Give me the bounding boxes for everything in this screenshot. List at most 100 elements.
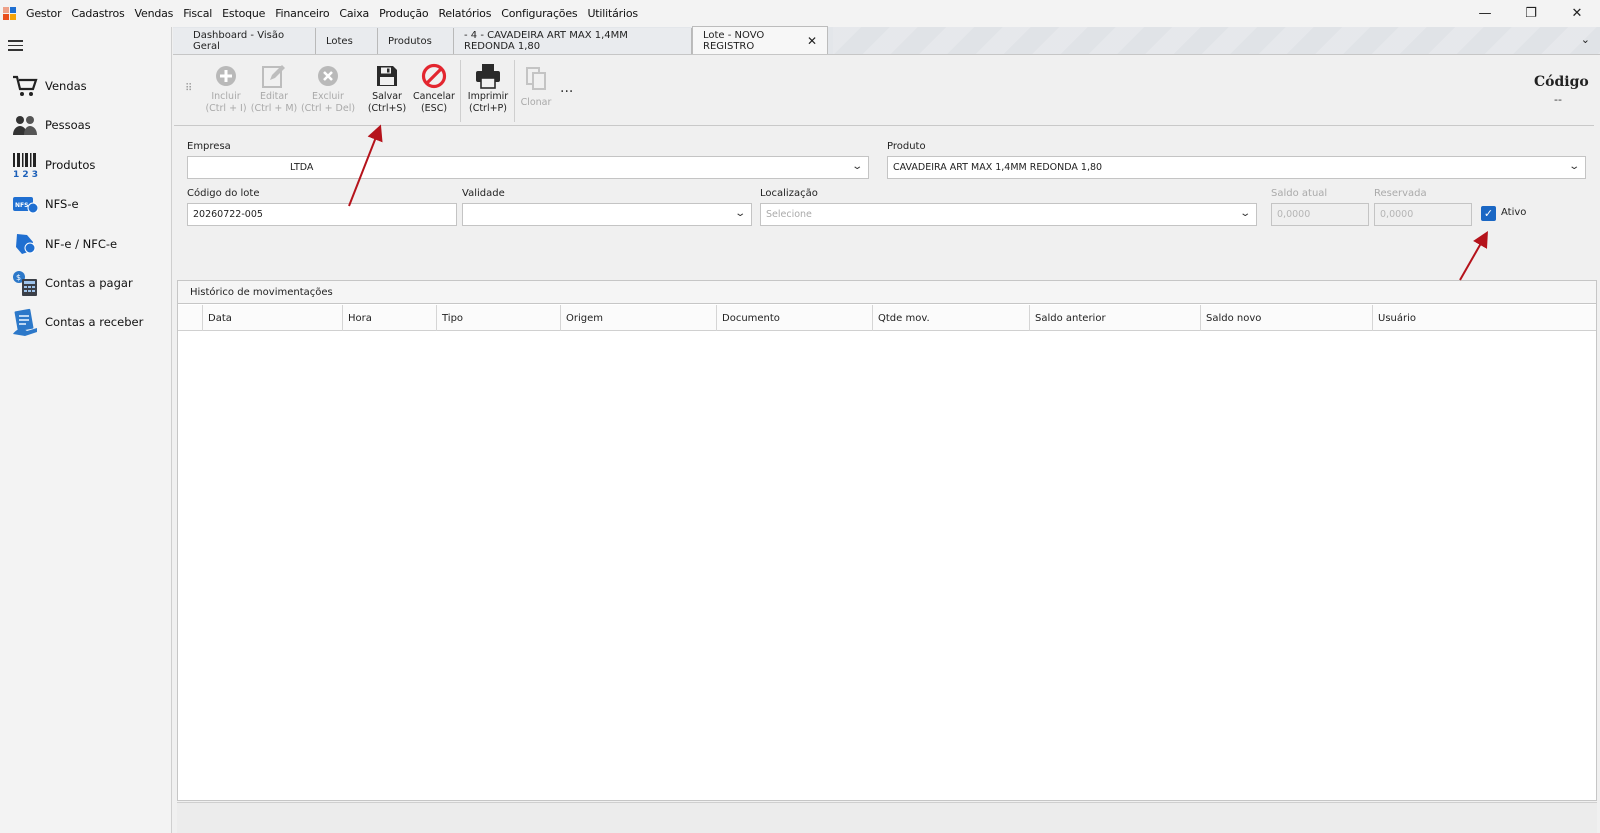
- tab-label: - 4 - CAVADEIRA ART MAX 1,4MM REDONDA 1,…: [464, 30, 628, 52]
- chevron-down-icon: ⌄: [1238, 208, 1251, 219]
- sidebar-item-produtos[interactable]: 1 2 3 Produtos: [11, 150, 166, 180]
- sidebar-item-label: Produtos: [45, 158, 96, 172]
- menu-relatorios[interactable]: Relatórios: [433, 7, 496, 20]
- menu-vendas[interactable]: Vendas: [130, 7, 179, 20]
- more-options-button[interactable]: ...: [560, 80, 573, 96]
- reservada-value: 0,0000: [1380, 209, 1414, 220]
- toolbar-grip-icon[interactable]: ⠿: [185, 83, 192, 94]
- sidebar-item-nfse[interactable]: NFS NFS-e: [11, 189, 166, 219]
- sidebar-item-vendas[interactable]: Vendas: [11, 71, 166, 101]
- clonar-button[interactable]: Clonar: [514, 62, 558, 109]
- tab-produtos[interactable]: Produtos: [378, 28, 454, 54]
- sidebar-item-label: Vendas: [45, 79, 87, 93]
- column-header-documento[interactable]: Documento: [716, 305, 872, 331]
- cart-icon: [11, 72, 39, 100]
- sidebar-item-nfe[interactable]: NF-e / NFC-e: [11, 229, 166, 259]
- hamburger-menu-icon[interactable]: [8, 40, 23, 51]
- tabs-overflow-chevron-icon[interactable]: ⌄: [1581, 33, 1590, 46]
- tab-dashboard[interactable]: Dashboard - Visão Geral: [173, 28, 316, 54]
- button-label: Editar: [259, 91, 289, 102]
- column-header-tipo[interactable]: Tipo: [436, 305, 560, 331]
- imprimir-button[interactable]: Imprimir (Ctrl+P): [460, 62, 516, 115]
- codigo-lote-label: Código do lote: [187, 188, 260, 199]
- column-header-hora[interactable]: Hora: [342, 305, 436, 331]
- validade-date-picker[interactable]: ⌄: [462, 203, 752, 226]
- column-header-data[interactable]: Data: [202, 305, 342, 331]
- nfe-icon: [11, 230, 39, 258]
- codigo-lote-value: 20260722-005: [193, 209, 263, 220]
- tab-label: Dashboard - Visão Geral: [193, 30, 285, 52]
- svg-text:NFS: NFS: [15, 202, 28, 209]
- codigo-lote-input[interactable]: 20260722-005: [187, 203, 457, 226]
- menu-gestor[interactable]: Gestor: [21, 7, 66, 20]
- produto-select[interactable]: CAVADEIRA ART MAX 1,4MM REDONDA 1,80 ⌄: [887, 156, 1586, 179]
- codigo-label: Código: [1534, 74, 1589, 90]
- sidebar-item-label: NF-e / NFC-e: [45, 237, 118, 251]
- column-header-usuario[interactable]: Usuário: [1372, 305, 1596, 331]
- sidebar-item-label: Contas a pagar: [45, 276, 133, 290]
- menu-bar: Gestor Cadastros Vendas Fiscal Estoque F…: [0, 0, 1600, 27]
- tab-label: Lotes: [326, 35, 353, 47]
- column-header-saldo-novo[interactable]: Saldo novo: [1200, 305, 1372, 331]
- button-shortcut: (Ctrl+P): [468, 103, 507, 114]
- minimize-button[interactable]: —: [1462, 0, 1508, 27]
- close-tab-icon[interactable]: ✕: [807, 34, 817, 48]
- edit-icon: [246, 62, 302, 90]
- cancelar-button[interactable]: Cancelar (ESC): [406, 62, 462, 115]
- sidebar-item-pessoas[interactable]: Pessoas: [11, 110, 166, 140]
- tab-produto-cavadeira[interactable]: - 4 - CAVADEIRA ART MAX 1,4MM REDONDA 1,…: [454, 28, 692, 54]
- menu-utilitarios[interactable]: Utilitários: [582, 7, 642, 20]
- ativo-checkbox[interactable]: ✓: [1481, 206, 1496, 221]
- editar-button[interactable]: Editar (Ctrl + M): [246, 62, 302, 115]
- validade-label: Validade: [462, 188, 505, 199]
- sidebar: Vendas Pessoas 1 2 3 Produtos NFS NFS-e …: [0, 27, 172, 833]
- localizacao-select[interactable]: Selecione ⌄: [760, 203, 1257, 226]
- button-label: Imprimir: [467, 91, 509, 102]
- close-window-button[interactable]: ✕: [1554, 0, 1600, 27]
- clone-icon: [514, 62, 558, 96]
- chevron-down-icon: ⌄: [850, 161, 863, 172]
- empresa-select[interactable]: LTDA ⌄: [187, 156, 869, 179]
- sidebar-item-contas-pagar[interactable]: $ Contas a pagar: [11, 268, 166, 298]
- menu-caixa[interactable]: Caixa: [334, 7, 374, 20]
- button-shortcut: (ESC): [420, 103, 448, 114]
- status-bar: [177, 802, 1597, 833]
- menu-fiscal[interactable]: Fiscal: [178, 7, 217, 20]
- saldo-atual-value: 0,0000: [1277, 209, 1311, 220]
- historico-grid-header: Data Hora Tipo Origem Documento Qtde mov…: [178, 305, 1596, 331]
- sidebar-item-contas-receber[interactable]: Contas a receber: [11, 307, 166, 337]
- menu-configuracoes[interactable]: Configurações: [496, 7, 582, 20]
- button-label: Clonar: [520, 97, 552, 108]
- excluir-button[interactable]: Excluir (Ctrl + Del): [298, 62, 358, 115]
- menu-cadastros[interactable]: Cadastros: [66, 7, 129, 20]
- saldo-atual-field: 0,0000: [1271, 203, 1369, 226]
- empresa-label: Empresa: [187, 141, 231, 152]
- button-shortcut: (Ctrl + Del): [300, 103, 356, 114]
- checkmark-icon: ✓: [1483, 207, 1494, 220]
- svg-text:$: $: [16, 273, 21, 282]
- printer-icon: [460, 62, 516, 90]
- menu-financeiro[interactable]: Financeiro: [270, 7, 334, 20]
- bills-receivable-icon: [11, 308, 39, 336]
- historico-title: Histórico de movimentações: [178, 281, 1596, 304]
- column-header-saldo-anterior[interactable]: Saldo anterior: [1029, 305, 1200, 331]
- button-label: Cancelar: [413, 91, 455, 102]
- tab-label: Produtos: [388, 35, 432, 47]
- lote-form: Empresa LTDA ⌄ Produto CAVADEIRA ART MAX…: [174, 127, 1594, 275]
- tab-lote-novo-registro[interactable]: Lote - NOVO REGISTRO ✕: [692, 26, 828, 54]
- ativo-label: Ativo: [1501, 207, 1527, 218]
- column-header-qtde-mov[interactable]: Qtde mov.: [872, 305, 1029, 331]
- menu-producao[interactable]: Produção: [374, 7, 433, 20]
- restore-button[interactable]: ❐: [1508, 0, 1554, 27]
- tab-label: Lote - NOVO REGISTRO: [703, 29, 765, 52]
- bills-payable-icon: $: [11, 269, 39, 297]
- sidebar-item-label: Contas a receber: [45, 315, 144, 329]
- button-shortcut: (Ctrl + M): [250, 103, 298, 114]
- tab-lotes[interactable]: Lotes: [316, 28, 378, 54]
- menu-estoque[interactable]: Estoque: [217, 7, 270, 20]
- delete-circle-icon: [298, 62, 358, 90]
- barcode-icon: 1 2 3: [11, 151, 39, 179]
- column-header-origem[interactable]: Origem: [560, 305, 716, 331]
- codigo-value: --: [1554, 93, 1562, 106]
- button-label: Excluir: [312, 91, 344, 102]
